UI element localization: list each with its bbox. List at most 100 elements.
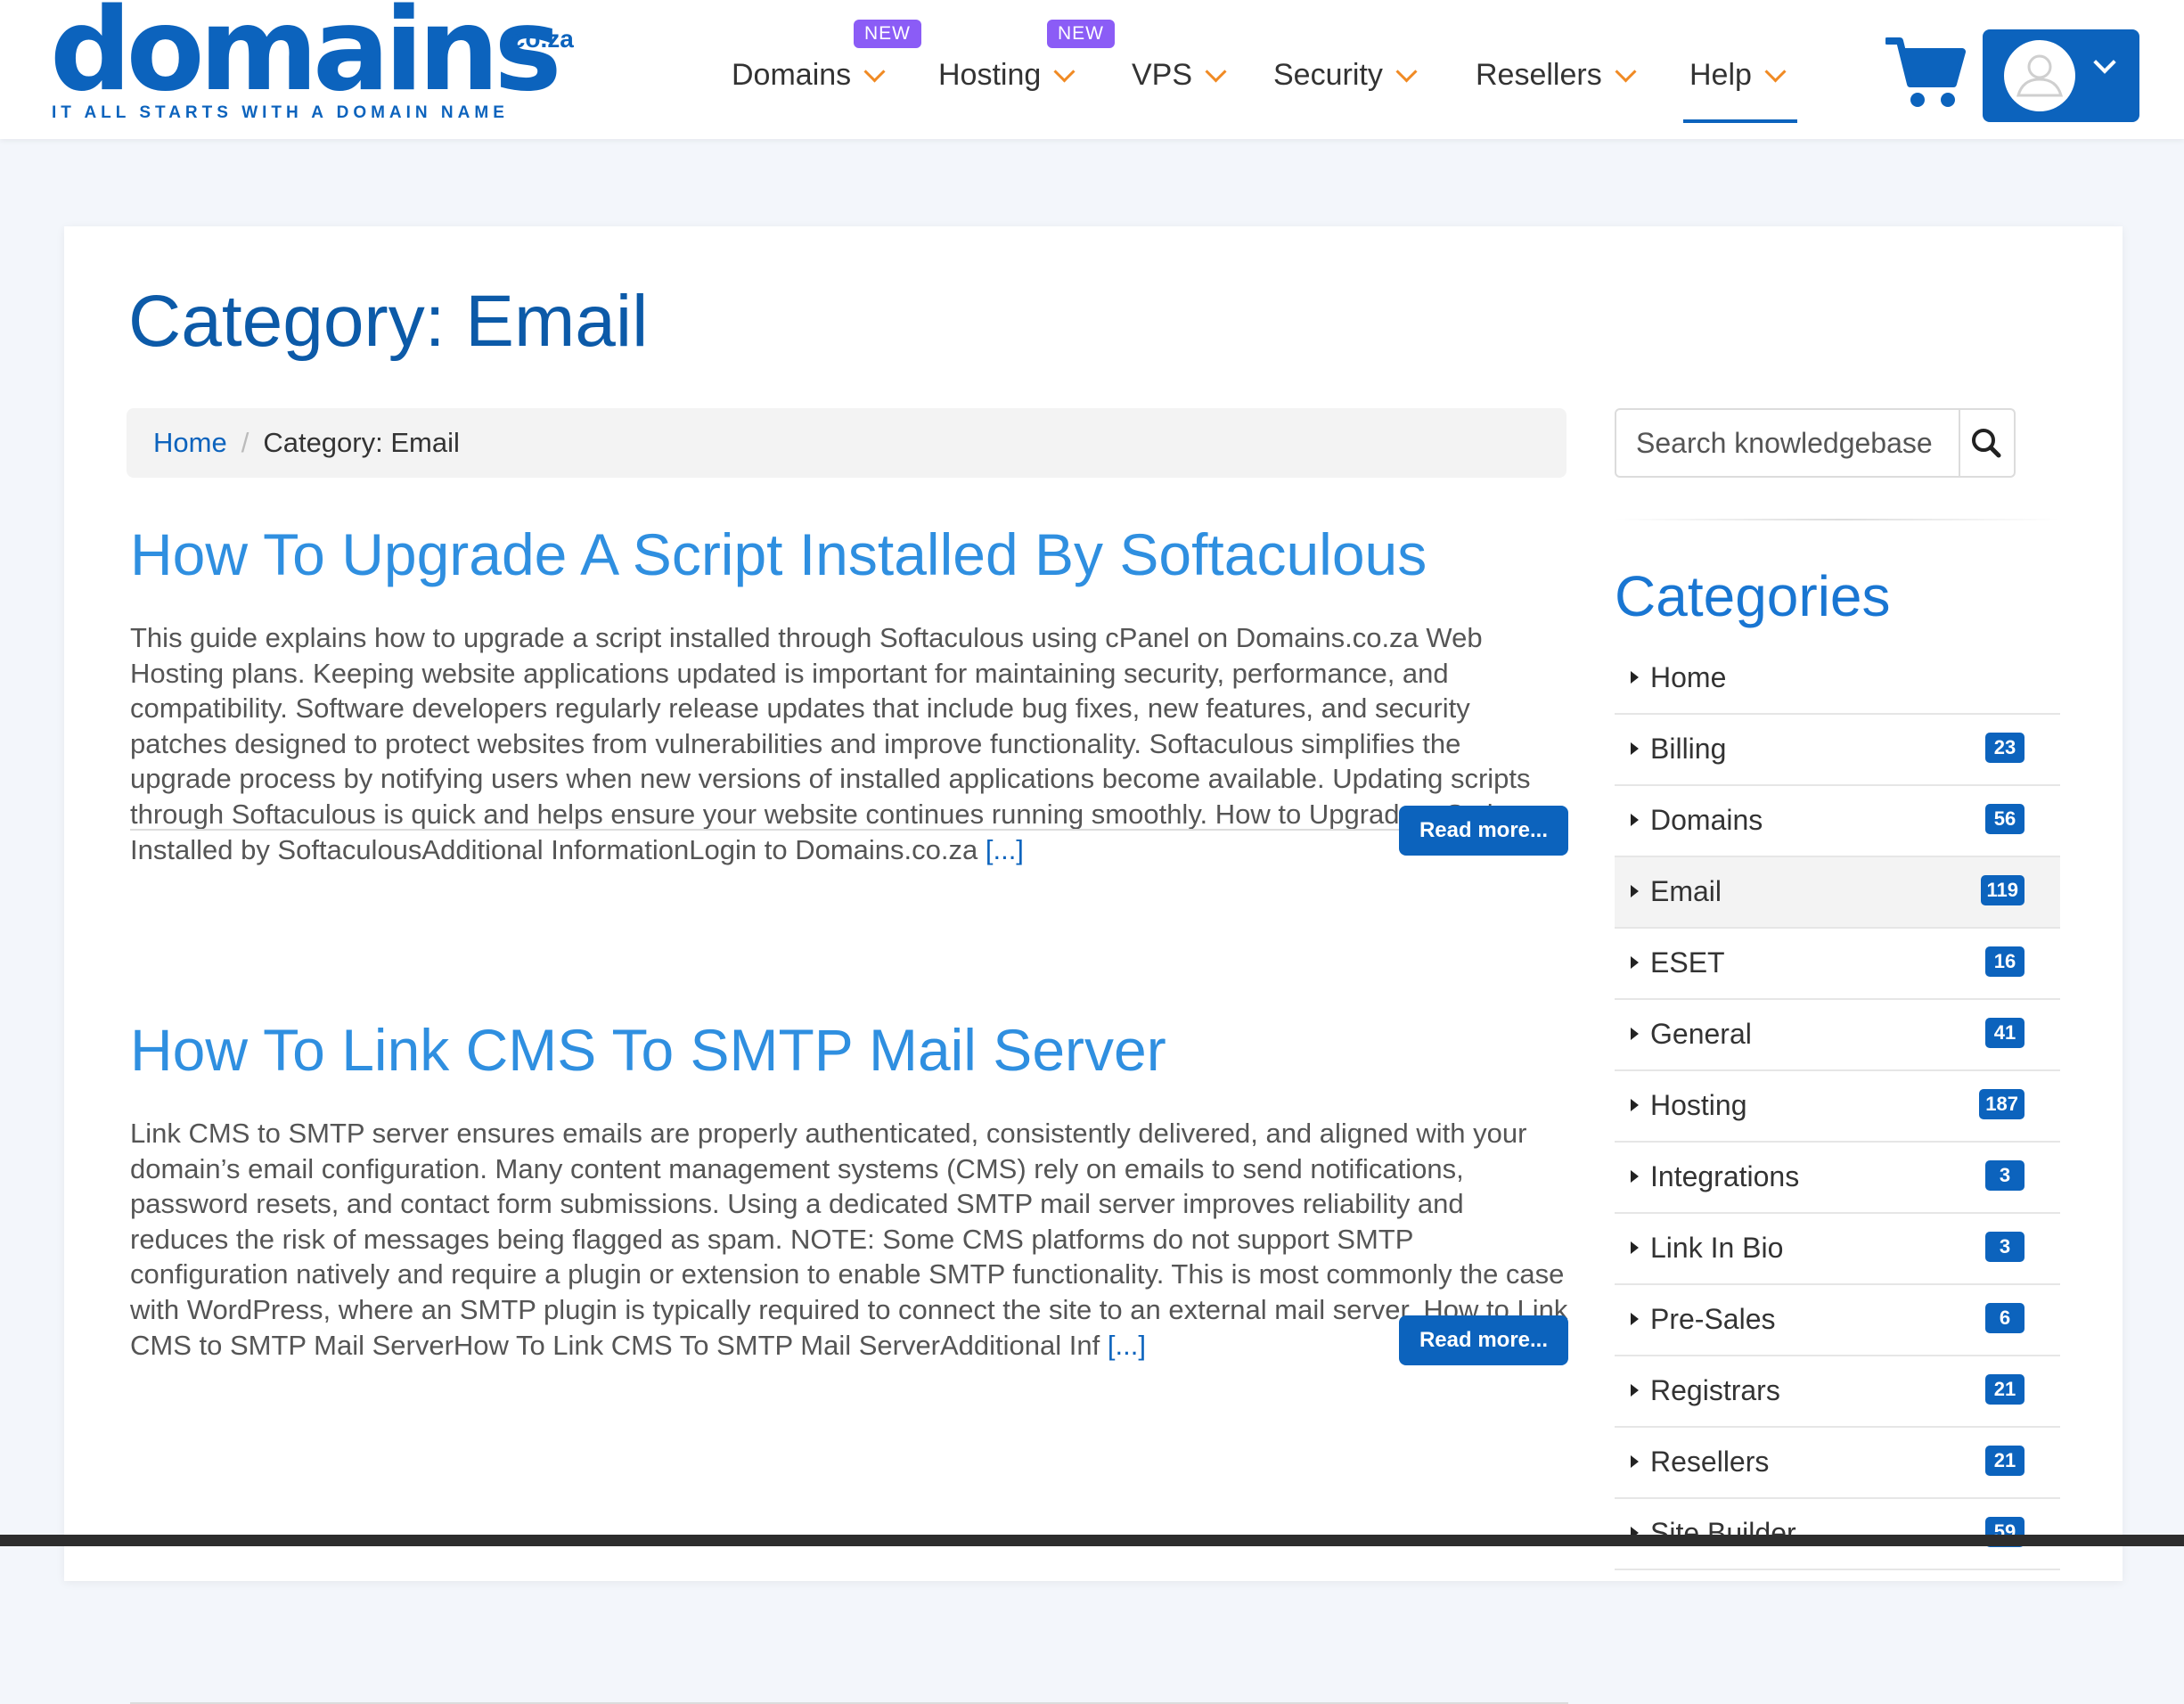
category-label: Billing	[1650, 733, 1727, 765]
category-count-badge: 41	[1985, 1018, 2024, 1048]
nav-label: Help	[1689, 57, 1752, 92]
breadcrumb-home-link[interactable]: Home	[153, 427, 227, 459]
breadcrumb-current: Category: Email	[263, 427, 460, 458]
category-label: Hosting	[1650, 1089, 1747, 1121]
chevron-down-icon	[1615, 60, 1637, 83]
chevron-down-icon	[2093, 51, 2116, 74]
nav-item-help[interactable]: Help	[1689, 55, 1787, 94]
category-count-badge: 3	[1985, 1232, 2024, 1262]
caret-right-icon	[1631, 1099, 1639, 1111]
bottom-edge-bar	[0, 1535, 2184, 1546]
category-list: Home Billing 23 Domains 56 Email 119 ESE…	[1615, 643, 2060, 1570]
nav-item-hosting[interactable]: Hosting	[938, 55, 1076, 94]
category-label: Pre-Sales	[1650, 1303, 1776, 1335]
kb-search	[1615, 408, 2016, 478]
breadcrumb-separator: /	[241, 427, 249, 458]
category-item-link-in-bio[interactable]: Link In Bio 3	[1615, 1214, 2060, 1285]
user-icon	[2016, 54, 2063, 97]
category-count-badge: 21	[1985, 1446, 2024, 1476]
caret-right-icon	[1631, 814, 1639, 826]
cart-button[interactable]	[1884, 34, 1966, 109]
sidebar-divider	[1615, 519, 2060, 520]
article-title-link[interactable]: How To Link CMS To SMTP Mail Server	[130, 1016, 1568, 1084]
chevron-down-icon	[863, 60, 886, 83]
caret-right-icon	[1631, 1313, 1639, 1325]
logo-tagline: IT ALL STARTS WITH A DOMAIN NAME	[52, 103, 509, 122]
cart-icon	[1884, 37, 1966, 107]
nav-label: Hosting	[938, 57, 1042, 92]
category-count-badge: 6	[1985, 1303, 2024, 1333]
nav-label: Security	[1273, 57, 1383, 92]
category-item-pre-sales[interactable]: Pre-Sales 6	[1615, 1285, 2060, 1356]
categories-heading: Categories	[1615, 564, 1891, 628]
category-count-badge: 3	[1985, 1160, 2024, 1191]
caret-right-icon	[1631, 1028, 1639, 1040]
chevron-down-icon	[1053, 60, 1076, 83]
category-label: Home	[1650, 661, 1727, 693]
caret-right-icon	[1631, 885, 1639, 897]
nav-domains-new-badge: NEW	[854, 20, 921, 48]
category-label: Link In Bio	[1650, 1232, 1784, 1264]
category-label: Domains	[1650, 804, 1763, 836]
article-item: How To Link CMS To SMTP Mail Server Link…	[130, 1016, 1568, 1704]
category-item-billing[interactable]: Billing 23	[1615, 715, 2060, 786]
article-excerpt-text: Link CMS to SMTP server ensures emails a…	[130, 1118, 1568, 1361]
article-more-link[interactable]: [...]	[986, 834, 1024, 865]
category-item-email[interactable]: Email 119	[1615, 857, 2060, 929]
category-count-badge: 119	[1980, 875, 2024, 905]
category-item-general[interactable]: General 41	[1615, 1000, 2060, 1071]
site-logo[interactable]: domains .co.za IT ALL STARTS WITH A DOMA…	[50, 0, 585, 134]
avatar	[2004, 40, 2075, 111]
logo-wordmark: domains	[50, 0, 561, 117]
nav-hosting-new-badge: NEW	[1047, 20, 1115, 48]
caret-right-icon	[1631, 1170, 1639, 1183]
article-more-link[interactable]: [...]	[1108, 1330, 1146, 1361]
category-item-integrations[interactable]: Integrations 3	[1615, 1143, 2060, 1214]
category-item-resellers[interactable]: Resellers 21	[1615, 1428, 2060, 1499]
read-more-button[interactable]: Read more...	[1399, 806, 1568, 856]
category-item-eset[interactable]: ESET 16	[1615, 929, 2060, 1000]
page-title: Category: Email	[128, 281, 649, 362]
nav-label: Domains	[732, 57, 852, 92]
category-item-domains[interactable]: Domains 56	[1615, 786, 2060, 857]
category-count-badge: 16	[1985, 946, 2024, 977]
breadcrumb: Home / Category: Email	[127, 408, 1566, 478]
category-label: Integrations	[1650, 1160, 1800, 1192]
nav-item-security[interactable]: Security	[1273, 55, 1418, 94]
article-excerpt: Link CMS to SMTP server ensures emails a…	[130, 1116, 1568, 1363]
nav-label: VPS	[1132, 57, 1193, 92]
chevron-down-icon	[1205, 60, 1227, 83]
caret-right-icon	[1631, 1241, 1639, 1254]
account-menu-button[interactable]	[1983, 29, 2139, 122]
site-header: domains .co.za IT ALL STARTS WITH A DOMA…	[0, 0, 2184, 139]
nav-item-domains[interactable]: Domains	[732, 55, 886, 94]
search-input[interactable]	[1618, 410, 1957, 476]
nav-item-resellers[interactable]: Resellers	[1476, 55, 1637, 94]
category-count-badge: 23	[1985, 733, 2024, 763]
category-count-badge: 187	[1979, 1089, 2024, 1119]
category-label: ESET	[1650, 946, 1725, 979]
category-item-hosting[interactable]: Hosting 187	[1615, 1071, 2060, 1143]
search-button[interactable]	[1959, 410, 2014, 476]
logo-tld: .co.za	[504, 25, 574, 53]
active-nav-indicator	[1683, 119, 1797, 123]
nav-label: Resellers	[1476, 57, 1602, 92]
read-more-button[interactable]: Read more...	[1399, 1315, 1568, 1365]
content-card: Category: Email Home / Category: Email H…	[64, 226, 2123, 1704]
category-label: Registrars	[1650, 1374, 1780, 1406]
category-item-registrars[interactable]: Registrars 21	[1615, 1356, 2060, 1428]
category-count-badge: 21	[1985, 1374, 2024, 1405]
caret-right-icon	[1631, 956, 1639, 969]
search-icon	[1972, 429, 2001, 458]
category-label: Resellers	[1650, 1446, 1770, 1478]
caret-right-icon	[1631, 742, 1639, 755]
category-item-home[interactable]: Home	[1615, 643, 2060, 715]
article-item: How To Upgrade A Script Installed By Sof…	[130, 520, 1568, 877]
caret-right-icon	[1631, 1384, 1639, 1397]
nav-item-vps[interactable]: VPS	[1132, 55, 1227, 94]
category-label: General	[1650, 1018, 1752, 1050]
category-count-badge: 56	[1985, 804, 2024, 834]
caret-right-icon	[1631, 671, 1639, 684]
chevron-down-icon	[1764, 60, 1787, 83]
article-title-link[interactable]: How To Upgrade A Script Installed By Sof…	[130, 520, 1568, 588]
